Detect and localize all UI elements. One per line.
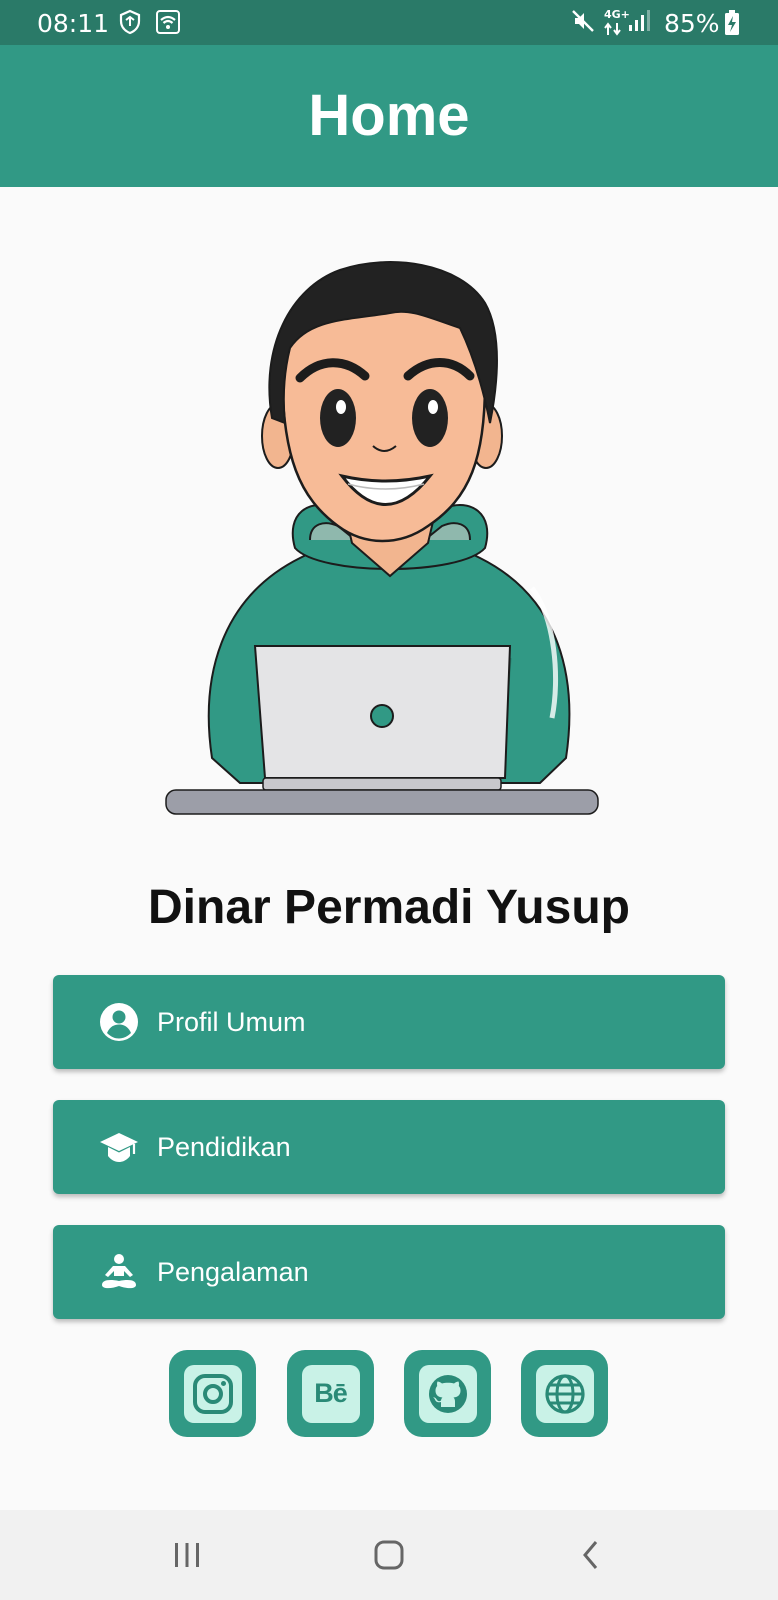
graduation-cap-icon (100, 1133, 138, 1162)
status-bar: 08:11 4G+ 85% (0, 0, 778, 45)
profil-umum-label: Profil Umum (157, 1007, 306, 1037)
data-arrows-icon (604, 22, 621, 36)
website-button[interactable] (521, 1350, 608, 1437)
recent-apps-button[interactable] (162, 1532, 212, 1578)
battery-charging-icon (725, 10, 739, 35)
shield-icon (119, 9, 141, 35)
home-button[interactable] (364, 1532, 414, 1578)
instagram-tile (183, 1364, 242, 1423)
home-icon (374, 1540, 404, 1570)
pendidikan-label: Pendidikan (157, 1132, 291, 1162)
page-title: Home (308, 82, 470, 148)
battery-percentage: 85% (664, 9, 720, 38)
avatar-illustration (165, 261, 599, 815)
mute-icon (572, 10, 594, 32)
behance-icon: Bē (314, 1378, 348, 1408)
pengalaman-button[interactable]: Pengalaman (53, 1225, 725, 1319)
status-time: 08:11 (37, 9, 110, 38)
github-icon (428, 1374, 467, 1413)
recent-apps-icon (175, 1543, 199, 1567)
website-tile (535, 1364, 594, 1423)
app-bar: Home (0, 45, 778, 187)
instagram-button[interactable] (169, 1350, 256, 1437)
github-button[interactable] (404, 1350, 491, 1437)
account-circle-icon (100, 1003, 138, 1041)
signal-icon (629, 10, 650, 31)
back-icon (583, 1541, 598, 1569)
pendidikan-button[interactable]: Pendidikan (53, 1100, 725, 1194)
meditation-icon (102, 1254, 136, 1289)
instagram-icon (192, 1373, 233, 1414)
system-nav-bar (0, 1510, 778, 1600)
pengalaman-label: Pengalaman (157, 1257, 309, 1287)
profile-name: Dinar Permadi Yusup (148, 881, 630, 934)
github-tile (418, 1364, 477, 1423)
profil-umum-button[interactable]: Profil Umum (53, 975, 725, 1069)
status-right-icons: 4G+ (570, 8, 650, 38)
wifi-icon (156, 10, 181, 34)
globe-icon (544, 1373, 585, 1414)
behance-tile: Bē (301, 1364, 360, 1423)
network-type-label: 4G+ (604, 8, 630, 21)
back-button[interactable] (566, 1532, 616, 1578)
status-left-icons (118, 9, 181, 39)
behance-button[interactable]: Bē (287, 1350, 374, 1437)
